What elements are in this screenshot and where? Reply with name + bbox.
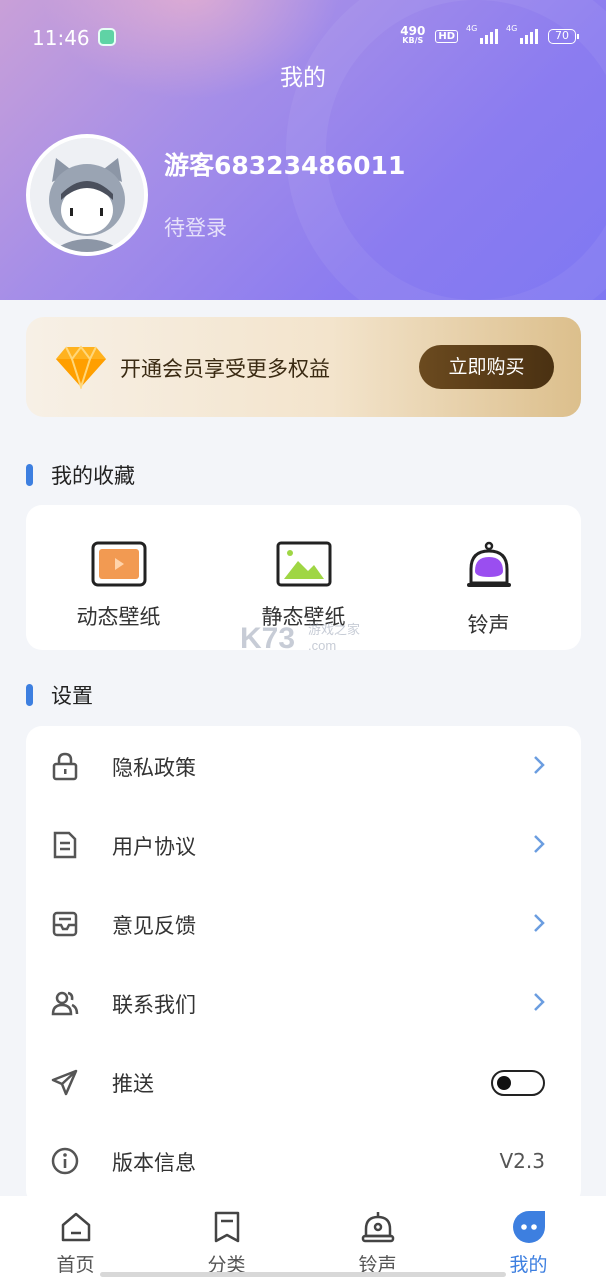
watermark-subtitle: 游戏之家	[308, 622, 360, 637]
setting-push: 推送	[26, 1042, 581, 1121]
signal-sim1-icon: 4G	[466, 24, 498, 44]
diamond-icon	[56, 345, 106, 389]
setting-version-info[interactable]: 版本信息 V2.3	[26, 1121, 581, 1200]
video-wallpaper-icon	[91, 541, 146, 587]
bell-icon	[466, 541, 511, 587]
battery-icon: 70	[548, 28, 579, 44]
svg-text:K73: K73	[240, 622, 295, 655]
bottom-tab-bar: 首页 分类 铃声 我的	[0, 1196, 606, 1279]
favorites-section-title: 我的收藏	[26, 460, 135, 490]
hd-badge: HD	[435, 29, 458, 43]
page-title: 我的	[280, 65, 326, 91]
lock-icon	[52, 752, 78, 781]
home-indicator	[100, 1272, 506, 1277]
network-speed: 490 KB/S	[400, 24, 426, 45]
contacts-icon	[51, 991, 79, 1016]
cat-hood-avatar-icon	[30, 138, 144, 252]
tab-mine[interactable]: 我的	[453, 1196, 604, 1279]
favorite-ringtones[interactable]: 铃声	[396, 505, 581, 650]
version-value: V2.3	[499, 1149, 546, 1173]
profile-header: 11:46 490 KB/S HD 4G 4G 70 我的 游客68323486…	[0, 0, 606, 300]
setting-contact-us[interactable]: 联系我们	[26, 963, 581, 1042]
settings-section-title: 设置	[26, 680, 93, 710]
vip-banner[interactable]: 开通会员享受更多权益 立即购买	[26, 317, 581, 417]
tab-category[interactable]: 分类	[151, 1196, 302, 1279]
profile-dots-icon	[512, 1211, 545, 1243]
buy-now-button[interactable]: 立即购买	[419, 345, 554, 389]
setting-privacy-policy[interactable]: 隐私政策	[26, 726, 581, 805]
k73-watermark: K73 游戏之家 .com	[240, 618, 370, 658]
send-icon	[51, 1069, 78, 1096]
login-status-link[interactable]: 待登录	[164, 212, 227, 242]
notification-app-icon	[98, 28, 116, 46]
toggle-knob	[497, 1076, 511, 1090]
settings-card: 隐私政策 用户协议 意见反馈 联系我们 推送 版本信息 V2.3	[26, 726, 581, 1206]
section-accent-bar	[26, 464, 33, 486]
avatar[interactable]	[26, 134, 148, 256]
section-accent-bar	[26, 684, 33, 706]
chevron-right-icon	[534, 835, 545, 853]
info-icon	[51, 1147, 79, 1175]
home-icon	[61, 1212, 90, 1242]
chevron-right-icon	[534, 756, 545, 774]
tab-home[interactable]: 首页	[0, 1196, 151, 1279]
k73-logo-icon: K73 游戏之家.com	[240, 622, 360, 655]
status-indicators: 490 KB/S HD 4G 4G 70	[400, 24, 579, 46]
tab-ringtone[interactable]: 铃声	[302, 1196, 453, 1279]
image-wallpaper-icon	[276, 541, 331, 587]
alarm-bell-icon	[361, 1212, 394, 1243]
inbox-icon	[52, 911, 78, 937]
username: 游客68323486011	[164, 151, 406, 180]
setting-feedback[interactable]: 意见反馈	[26, 884, 581, 963]
setting-user-agreement[interactable]: 用户协议	[26, 805, 581, 884]
chevron-right-icon	[534, 914, 545, 932]
favorite-live-wallpaper[interactable]: 动态壁纸	[26, 505, 211, 650]
signal-sim2-icon: 4G	[506, 24, 538, 44]
status-time: 11:46	[32, 26, 90, 50]
chevron-right-icon	[534, 993, 545, 1011]
document-icon	[53, 831, 77, 859]
watermark-domain: .com	[308, 638, 336, 653]
vip-promo-text: 开通会员享受更多权益	[120, 357, 330, 381]
push-toggle[interactable]	[491, 1070, 545, 1096]
bookmark-icon	[214, 1211, 239, 1243]
